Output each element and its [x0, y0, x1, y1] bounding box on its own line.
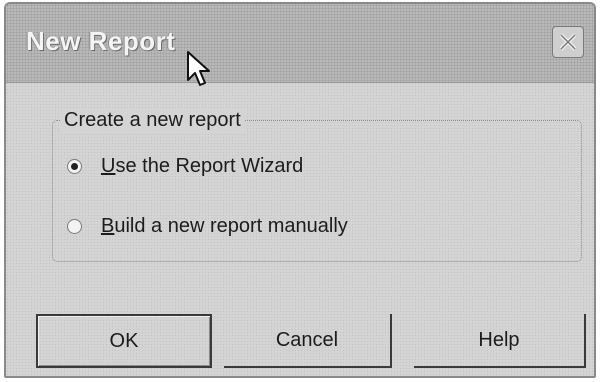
option-report-wizard-label: Use the Report Wizard	[101, 155, 304, 177]
ok-button[interactable]: OK	[36, 314, 212, 368]
title-bar[interactable]: New Report	[6, 4, 594, 83]
radio-report-wizard[interactable]	[67, 159, 82, 174]
option-report-wizard[interactable]: Use the Report Wizard	[67, 155, 303, 178]
radio-build-manually[interactable]	[67, 219, 82, 234]
create-report-group: Create a new report Use the Report Wizar…	[52, 109, 582, 262]
option-build-manually-label: Build a new report manually	[101, 215, 348, 237]
close-icon	[559, 33, 577, 51]
new-report-dialog: New Report Create a new report Use the R…	[4, 2, 596, 378]
cancel-button[interactable]: Cancel	[224, 314, 392, 368]
group-legend: Create a new report	[61, 109, 245, 132]
help-button[interactable]: Help	[414, 314, 586, 368]
option-build-manually[interactable]: Build a new report manually	[67, 215, 348, 238]
mouse-pointer-icon	[187, 51, 210, 86]
window-title: New Report	[26, 26, 176, 56]
close-button[interactable]	[552, 26, 584, 58]
